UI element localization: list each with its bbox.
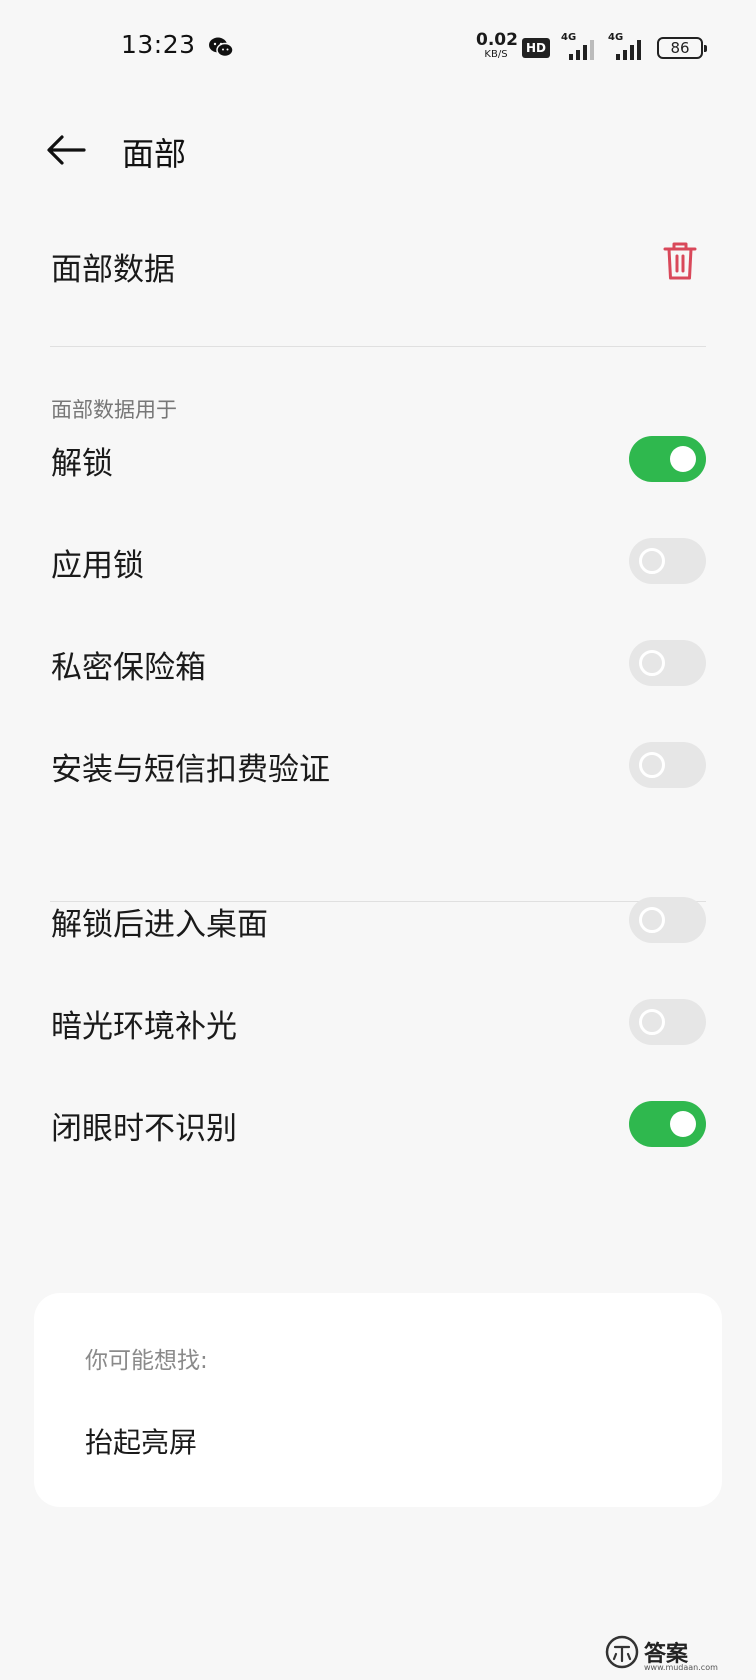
toggle-row: 闭眼时不识别 [0,1085,756,1165]
toggle-row-label: 解锁 [51,446,113,482]
trash-icon[interactable] [662,240,698,282]
toggle-switch[interactable] [629,742,706,788]
toggle-knob [639,650,665,676]
toggle-row: 暗光环境补光 [0,983,756,1063]
toggle-row: 解锁 [0,420,756,500]
face-data-label: 面部数据 [51,252,175,288]
toggle-knob [639,907,665,933]
toggle-row: 安装与短信扣费验证 [0,726,756,806]
watermark-logo-icon [605,1635,639,1669]
toggle-row-label: 安装与短信扣费验证 [51,752,330,788]
suggestion-item-raise-to-wake[interactable]: 抬起亮屏 [85,1421,197,1461]
toggle-row-label: 解锁后进入桌面 [51,907,268,943]
toggle-switch[interactable] [629,436,706,482]
toggle-switch[interactable] [629,538,706,584]
watermark: 答案 www.mudaan.com [604,1634,752,1674]
toggle-row: 解锁后进入桌面 [0,881,756,961]
toggle-knob [670,446,696,472]
face-data-row: 面部数据 [0,222,756,308]
toggle-switch[interactable] [629,897,706,943]
watermark-url: www.mudaan.com [644,1663,718,1672]
network-speed-value: 0.02 [476,30,518,50]
toggle-row-label: 应用锁 [51,548,144,584]
toggle-row: 应用锁 [0,522,756,602]
toggle-row-label: 暗光环境补光 [51,1009,237,1045]
suggestion-card: 你可能想找: 抬起亮屏 [34,1293,722,1507]
header: 面部 [0,110,756,190]
wechat-icon [209,37,234,58]
page-title: 面部 [122,135,187,173]
toggle-switch[interactable] [629,999,706,1045]
network-speed: 0.02 KB/S [476,30,518,60]
status-time: 13:23 [121,30,196,59]
network-speed-unit: KB/S [484,49,508,60]
toggle-row-label: 闭眼时不识别 [51,1111,237,1147]
battery-icon: 86 [657,37,707,59]
toggle-knob [670,1111,696,1137]
toggle-switch[interactable] [629,640,706,686]
back-arrow-icon[interactable] [46,134,86,166]
divider [50,346,706,347]
toggle-switch[interactable] [629,1101,706,1147]
hd-voice-icon: HD [522,38,550,58]
toggle-row-label: 私密保险箱 [51,650,206,686]
suggestion-title: 你可能想找: [85,1348,208,1374]
toggle-knob [639,752,665,778]
toggle-row: 私密保险箱 [0,624,756,704]
status-bar: 13:23 0.02 KB/S HD 4G 4G 86 [0,0,756,100]
toggle-knob [639,1009,665,1035]
toggle-knob [639,548,665,574]
